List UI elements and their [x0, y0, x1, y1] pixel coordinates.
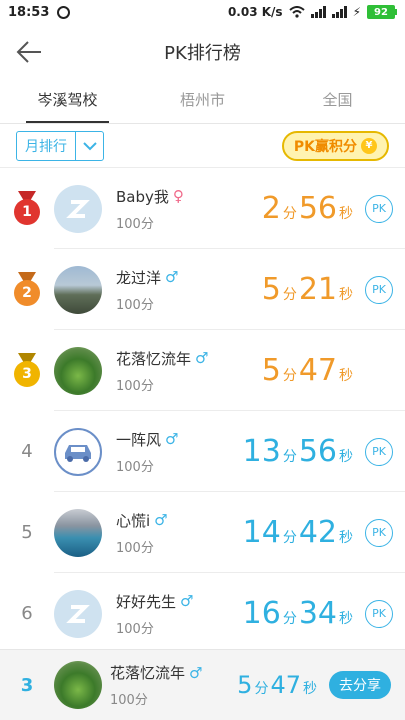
male-icon: ♂ — [195, 349, 209, 367]
male-icon: ♂ — [165, 268, 179, 286]
avatar[interactable] — [54, 184, 102, 233]
rank-number: 6 — [21, 603, 33, 624]
tab-school[interactable]: 岑溪驾校 — [0, 80, 135, 123]
battery-level: 92 — [367, 5, 395, 19]
back-button[interactable] — [14, 38, 44, 66]
status-time: 18:53 — [8, 4, 50, 20]
my-avatar[interactable] — [54, 661, 102, 709]
charging-icon: ⚡ — [352, 5, 361, 19]
signal-4g-icon — [310, 6, 326, 18]
filter-row: 月排行 PK赢积分 ¥ — [0, 124, 405, 168]
title-bar: PK排行榜 — [0, 24, 405, 80]
user-points: 100分 — [116, 378, 154, 394]
medal-second-icon: 2 — [13, 271, 41, 308]
time-score: 13 分 56 秒 — [242, 434, 353, 469]
net-speed: 0.03 K/s — [227, 5, 283, 19]
user-points: 100分 — [116, 459, 154, 475]
leaderboard-row[interactable]: 5 心慌i ♂ 100分 14 分 42 秒 PK — [0, 492, 405, 573]
tab-city[interactable]: 梧州市 — [135, 80, 270, 123]
avatar[interactable] — [54, 265, 102, 314]
my-name: 花落忆流年 — [110, 664, 186, 682]
medal-third-icon: 3 — [13, 352, 41, 389]
rank-number: 4 — [21, 441, 33, 462]
user-name: 好好先生 — [116, 592, 177, 611]
time-score: 14 分 42 秒 — [242, 515, 353, 550]
pk-button[interactable]: PK — [365, 437, 393, 466]
leaderboard-row[interactable]: 1 Baby我 ♀ 100分 2 分 56 秒 PK — [0, 168, 405, 249]
leaderboard-row[interactable]: 3 花落忆流年 ♂ 100分 5 分 47 秒 — [0, 330, 405, 411]
pk-score-banner[interactable]: PK赢积分 ¥ — [281, 130, 389, 161]
user-name: 龙过洋 — [116, 268, 162, 287]
pk-button[interactable]: PK — [365, 599, 393, 628]
arrow-left-icon — [16, 41, 41, 63]
pk-button[interactable]: PK — [365, 518, 393, 547]
page-title: PK排行榜 — [164, 43, 241, 64]
time-score: 5 分 21 秒 — [261, 272, 353, 307]
time-score: 5 分 47 秒 — [261, 353, 353, 388]
my-time-score: 5 分 47 秒 — [237, 671, 317, 699]
medal-gold-first-icon: 1 — [13, 190, 41, 227]
pk-score-label: PK赢积分 — [293, 138, 357, 155]
chevron-down-icon — [75, 131, 103, 160]
female-icon: ♀ — [172, 187, 184, 205]
male-icon: ♂ — [180, 592, 194, 610]
period-dropdown[interactable]: 月排行 — [16, 130, 104, 161]
scope-tabs: 岑溪驾校 梧州市 全国 — [0, 80, 405, 124]
user-name: 一阵风 — [116, 430, 162, 449]
user-points: 100分 — [116, 297, 154, 313]
user-name: 花落忆流年 — [116, 349, 192, 368]
avatar[interactable] — [54, 508, 102, 557]
wifi-icon — [288, 6, 305, 18]
male-icon: ♂ — [165, 430, 179, 448]
share-button[interactable]: 去分享 — [329, 671, 391, 699]
user-name: Baby我 — [116, 187, 169, 206]
leaderboard-list: 1 Baby我 ♀ 100分 2 分 56 秒 PK 2 龙过洋 ♂ 100分 5 分 21 秒 — [0, 168, 405, 654]
leaderboard-row[interactable]: 6 好好先生 ♂ 100分 16 分 34 秒 PK — [0, 573, 405, 654]
user-points: 100分 — [116, 216, 154, 232]
avatar[interactable] — [54, 427, 102, 476]
my-points: 100分 — [110, 693, 148, 708]
tab-national[interactable]: 全国 — [270, 80, 405, 123]
time-score: 2 分 56 秒 — [261, 191, 353, 226]
status-bar: 18:53 0.03 K/s ⚡ 92 — [0, 0, 405, 24]
pk-button[interactable]: PK — [365, 194, 393, 223]
time-score: 16 分 34 秒 — [242, 596, 353, 631]
my-rank-bar: 3 花落忆流年 ♂ 100分 5 分 47 秒 去分享 — [0, 649, 405, 720]
car-icon — [65, 444, 91, 462]
rank-number: 5 — [21, 522, 33, 543]
user-points: 100分 — [116, 540, 154, 556]
avatar[interactable] — [54, 346, 102, 395]
leaderboard-row[interactable]: 2 龙过洋 ♂ 100分 5 分 21 秒 PK — [0, 249, 405, 330]
leaderboard-row[interactable]: 4 一阵风 ♂ 100分 13 分 56 秒 PK — [0, 411, 405, 492]
user-name: 心慌i — [116, 511, 151, 530]
pk-button[interactable]: PK — [365, 275, 393, 304]
signal-icon — [331, 6, 347, 18]
male-icon: ♂ — [154, 511, 168, 529]
app-notification-icon — [57, 5, 71, 19]
period-label: 月排行 — [25, 138, 67, 155]
avatar[interactable] — [54, 589, 102, 638]
male-icon: ♂ — [189, 663, 203, 682]
coin-icon: ¥ — [361, 137, 377, 154]
battery-icon: 92 — [367, 5, 397, 19]
user-points: 100分 — [116, 621, 154, 637]
my-rank-number: 3 — [20, 674, 34, 696]
